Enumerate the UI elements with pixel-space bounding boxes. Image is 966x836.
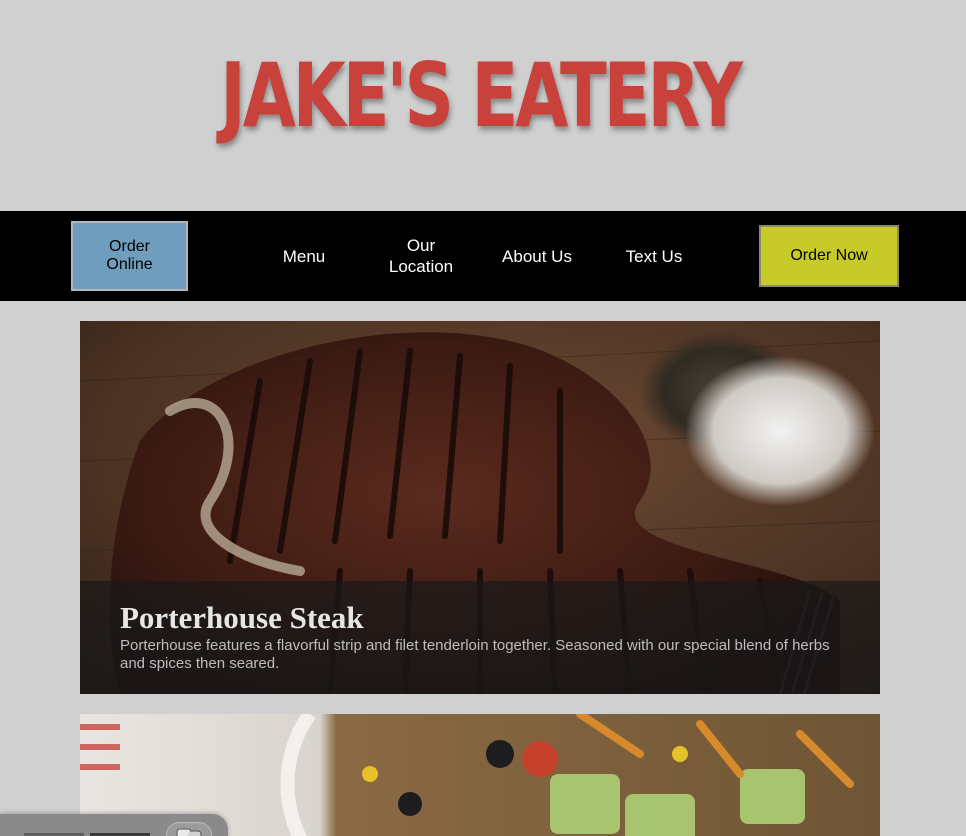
feature-description: Porterhouse features a flavorful strip a…	[120, 637, 830, 672]
feature-card-porterhouse[interactable]: Porterhouse Steak Porterhouse features a…	[80, 321, 880, 694]
order-now-button[interactable]: Order Now	[759, 225, 899, 287]
header: JAKE'S EATERY	[0, 0, 966, 211]
feature-caption: Porterhouse Steak Porterhouse features a…	[80, 581, 880, 694]
order-online-label: Order Online	[106, 238, 153, 273]
brand-logo[interactable]: JAKE'S EATERY	[220, 48, 743, 144]
floating-widget[interactable]	[0, 814, 228, 836]
feature-title: Porterhouse Steak	[120, 600, 364, 635]
nav-link-our-location[interactable]: Our Location	[363, 211, 479, 301]
chat-bubbles-icon-svg	[176, 828, 202, 836]
chat-bubbles-icon[interactable]	[166, 822, 212, 836]
page: JAKE'S EATERY Order Online Menu Our Loca…	[0, 0, 966, 836]
nav-bar: Order Online Menu Our Location About Us …	[0, 211, 966, 301]
nav-link-about-us[interactable]: About Us	[479, 211, 595, 301]
nav-link-menu[interactable]: Menu	[246, 211, 362, 301]
nav-link-our-location-label: Our Location	[388, 236, 454, 276]
nav-link-text-us[interactable]: Text Us	[596, 211, 712, 301]
order-online-button[interactable]: Order Online	[71, 221, 188, 291]
